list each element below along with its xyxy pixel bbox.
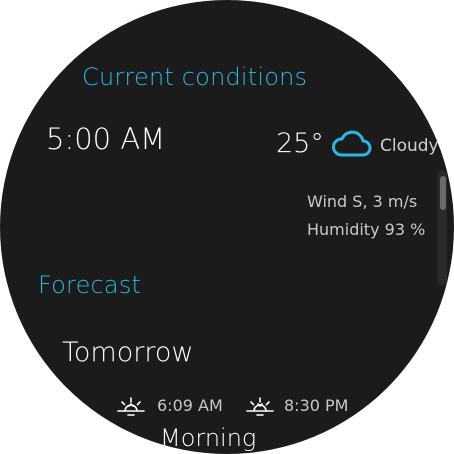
forecast-title: Forecast xyxy=(38,271,142,299)
sunrise-icon xyxy=(117,397,145,416)
current-time: 5:00 AM xyxy=(46,122,166,156)
wind-info: Wind S, 3 m/s xyxy=(307,192,418,211)
scrollbar-thumb[interactable] xyxy=(440,176,446,210)
current-conditions-title: Current conditions xyxy=(82,63,308,91)
sunset-time: 8:30 PM xyxy=(284,396,349,415)
current-condition: Cloudy xyxy=(380,136,439,156)
humidity-info: Humidity 93 % xyxy=(307,220,426,239)
sunrise-time: 6:09 AM xyxy=(157,396,223,415)
current-temperature: 25° xyxy=(276,128,324,159)
cloud-icon xyxy=(332,130,372,157)
forecast-day: Tomorrow xyxy=(62,337,194,368)
watch-screen: Current conditions 5:00 AM 25° Cloudy Wi… xyxy=(0,0,454,454)
forecast-period: Morning xyxy=(160,424,257,452)
sunset-icon xyxy=(246,397,274,416)
